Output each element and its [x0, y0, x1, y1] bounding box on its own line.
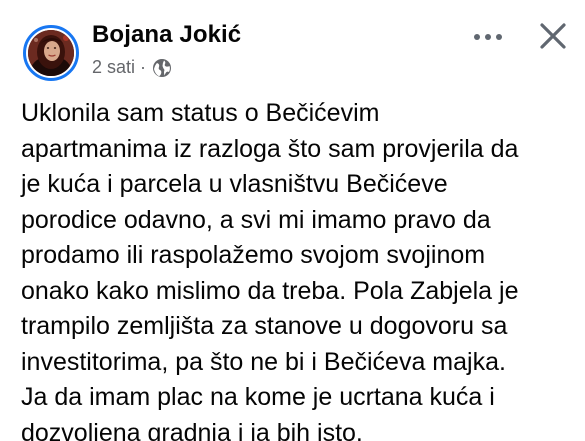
post-text-line: dozvoljena gradnja i ja bih isto.	[21, 418, 363, 441]
avatar[interactable]	[23, 25, 79, 81]
post-text-line: prodamo ili raspolažemo svojom svojinom	[21, 241, 486, 269]
post-text-line: Uklonila sam status o Bečićevim	[21, 99, 380, 127]
post-text-line: je kuća i parcela u vlasništvu Bečićeve	[21, 170, 448, 198]
post-text: Uklonila sam status o Bečićevim apartman…	[21, 96, 581, 441]
close-button[interactable]	[536, 21, 570, 51]
post-text-line: onako kako mislimo da treba. Pola Zabjel…	[21, 276, 519, 305]
post-text-line: apartmanima iz razloga što sam provjeril…	[21, 134, 519, 163]
profile-photo-image	[28, 30, 74, 76]
more-horizontal-icon-dot	[485, 34, 491, 40]
post-text-line: investitorima, pa što ne bi i Bečićeva m…	[21, 347, 506, 376]
profile-photo	[28, 30, 74, 76]
meta-separator: ·	[140, 57, 147, 77]
more-horizontal-icon-dot	[496, 34, 502, 40]
more-horizontal-icon-dot	[474, 34, 480, 40]
more-options-button[interactable]	[468, 22, 508, 52]
post-time[interactable]: 2 sati	[92, 57, 135, 78]
post-text-line: porodice odavno, a svi mi imamo pravo da	[21, 205, 491, 234]
author-name[interactable]: Bojana Jokić	[92, 21, 241, 49]
globe-icon[interactable]	[152, 58, 172, 78]
post-text-line: trampilo zemljišta za stanove u dogovoru…	[21, 312, 508, 340]
post-meta: 2 sati ·	[92, 57, 172, 78]
post-text-line: Ja da imam plac na kome je ucrtana kuća …	[21, 383, 495, 411]
close-icon	[540, 23, 566, 49]
facebook-post: Bojana Jokić 2 sati · Uklonila sam statu…	[0, 0, 585, 441]
